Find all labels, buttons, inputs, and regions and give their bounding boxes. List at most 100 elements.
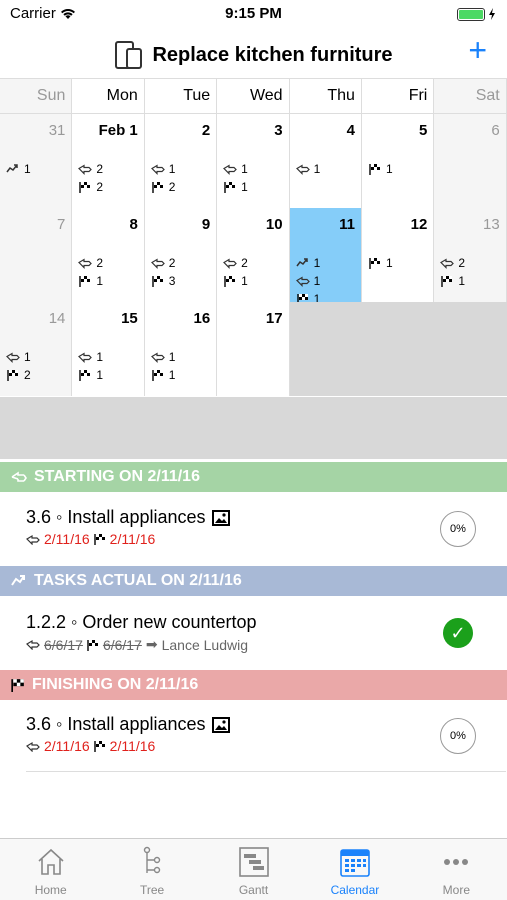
calendar-day[interactable]: 212 xyxy=(144,114,218,208)
devices-icon xyxy=(115,41,143,69)
tab-label: Calendar xyxy=(330,883,380,897)
calendar-day[interactable]: 15 1 1 xyxy=(72,302,145,396)
count-value: 2 xyxy=(96,162,104,176)
task-actual[interactable]: 1.2.2 ◦ Order new countertop 6/6/17 6/6/… xyxy=(26,612,506,653)
start-icon xyxy=(295,164,310,175)
start-icon xyxy=(78,352,93,363)
day-number: 17 xyxy=(265,310,283,327)
count-start: 1 xyxy=(150,160,175,178)
calendar-day[interactable]: 16 1 1 xyxy=(144,302,218,396)
tab-more[interactable]: More xyxy=(406,839,507,900)
calendar-day-selected[interactable]: 11 1 1 1 xyxy=(289,208,362,306)
calendar-day[interactable]: 7 xyxy=(0,208,73,302)
day-counts: 21 xyxy=(78,254,103,290)
add-button[interactable]: + xyxy=(468,34,487,66)
progress-circle[interactable]: 0% xyxy=(440,511,476,547)
count-finish: 2 xyxy=(78,178,103,196)
calendar-day[interactable]: 13 2 1 xyxy=(434,208,507,302)
task-title: 3.6 ◦ Install appliances xyxy=(26,507,506,528)
calendar-day[interactable]: 10 2 1 xyxy=(217,208,290,302)
count-value: 1 xyxy=(241,162,248,176)
weekday-label: Sun xyxy=(0,79,73,113)
calendar-day[interactable]: 923 xyxy=(144,208,218,302)
tab-label: Home xyxy=(34,883,67,897)
start-icon xyxy=(11,471,27,482)
calendar-day[interactable]: 14 1 2 xyxy=(0,302,73,396)
calendar-day[interactable]: 12 1 xyxy=(361,208,435,302)
calendar-day[interactable]: 51 xyxy=(361,114,435,208)
count-value: 1 xyxy=(168,368,176,382)
day-number: 16 xyxy=(193,310,211,327)
count-value: 1 xyxy=(168,350,176,364)
completed-check-icon[interactable]: ✓ xyxy=(443,618,473,648)
finish-flag-icon xyxy=(93,741,105,752)
calendar-empty-area xyxy=(0,397,507,459)
finish-flag-icon xyxy=(87,639,98,651)
count-finish: 1 xyxy=(223,178,248,196)
day-counts: 21 xyxy=(440,254,465,290)
count-value: 1 xyxy=(96,368,104,382)
finish-flag-icon xyxy=(152,276,163,287)
arrow-icon: ➡ xyxy=(145,636,158,652)
weekday-label: Sat xyxy=(434,79,507,113)
section-finishing: FINISHING ON 2/11/16 xyxy=(0,670,507,700)
tab-calendar[interactable]: Calendar xyxy=(304,839,405,900)
task-dates: 2/11/16 2/11/16 xyxy=(26,531,506,547)
calendar-day[interactable]: 17 xyxy=(217,302,290,396)
month-calendar: Sun Mon Tue Wed Thu Fri Sat 31 1 Feb 12221231141… xyxy=(0,78,507,396)
calendar-day[interactable]: 311 xyxy=(217,114,290,208)
day-counts: 1 xyxy=(368,160,393,178)
tab-tree[interactable]: Tree xyxy=(101,839,202,900)
tab-home[interactable]: Home xyxy=(0,839,101,900)
tab-label: Tree xyxy=(139,883,165,897)
finish-flag-icon xyxy=(79,276,91,287)
calendar-icon xyxy=(340,849,370,877)
count-start: 1 xyxy=(295,160,320,178)
day-number: 14 xyxy=(48,310,66,327)
tab-gantt[interactable]: Gantt xyxy=(203,839,304,900)
calendar-day[interactable]: 6 xyxy=(434,114,507,208)
count-actual: 1 xyxy=(295,254,320,272)
image-icon xyxy=(211,509,230,526)
finish-flag-icon xyxy=(152,370,163,381)
calendar-day[interactable]: Feb 122 xyxy=(72,114,145,208)
calendar-day[interactable]: 8 21 xyxy=(72,208,145,302)
weekday-label: Fri xyxy=(362,79,435,113)
count-value: 2 xyxy=(24,368,31,382)
count-finish: 1 xyxy=(223,272,248,290)
day-counts: 111 xyxy=(295,254,320,308)
task-title: 1.2.2 ◦ Order new countertop xyxy=(26,612,506,633)
finish-flag-icon xyxy=(7,370,18,381)
gantt-icon xyxy=(238,847,269,877)
day-number: 11 xyxy=(339,216,355,233)
calendar-day[interactable]: 41 xyxy=(289,114,362,208)
task-finishing[interactable]: 3.6 ◦ Install appliances 2/11/16 2/11/16… xyxy=(26,714,506,772)
task-dates: 2/11/16 2/11/16 xyxy=(26,738,506,754)
count-value: 2 xyxy=(168,180,176,194)
day-counts: 1 xyxy=(368,254,393,272)
count-finish: 1 xyxy=(151,366,176,384)
count-value: 1 xyxy=(458,274,466,288)
day-number: 10 xyxy=(265,216,283,233)
finish-flag-icon xyxy=(79,182,91,193)
home-icon xyxy=(38,848,64,875)
task-starting[interactable]: 3.6 ◦ Install appliances 2/11/16 2/11/16… xyxy=(26,507,506,547)
day-number: 8 xyxy=(129,216,138,233)
nav-bar: Replace kitchen furniture + xyxy=(0,28,507,78)
count-start: 2 xyxy=(78,160,103,178)
count-finish: 1 xyxy=(78,272,103,290)
day-counts: 11 xyxy=(223,160,248,196)
task-dates: 6/6/17 6/6/17 ➡ Lance Ludwig xyxy=(26,636,506,653)
calendar-week-row: 31 1 Feb 12221231141516 xyxy=(0,114,507,208)
progress-circle[interactable]: 0% xyxy=(440,718,476,754)
finish-flag-icon xyxy=(224,182,236,193)
count-finish: 1 xyxy=(78,366,103,384)
count-start: 2 xyxy=(440,254,465,272)
status-bar: Carrier 9:15 PM xyxy=(0,0,507,28)
start-icon xyxy=(440,258,455,269)
count-value: 1 xyxy=(385,256,393,270)
day-counts: 1 xyxy=(6,160,31,178)
calendar-day[interactable]: 311 xyxy=(0,114,73,208)
project-title[interactable]: Replace kitchen furniture xyxy=(0,40,507,70)
day-number: 9 xyxy=(201,216,211,233)
